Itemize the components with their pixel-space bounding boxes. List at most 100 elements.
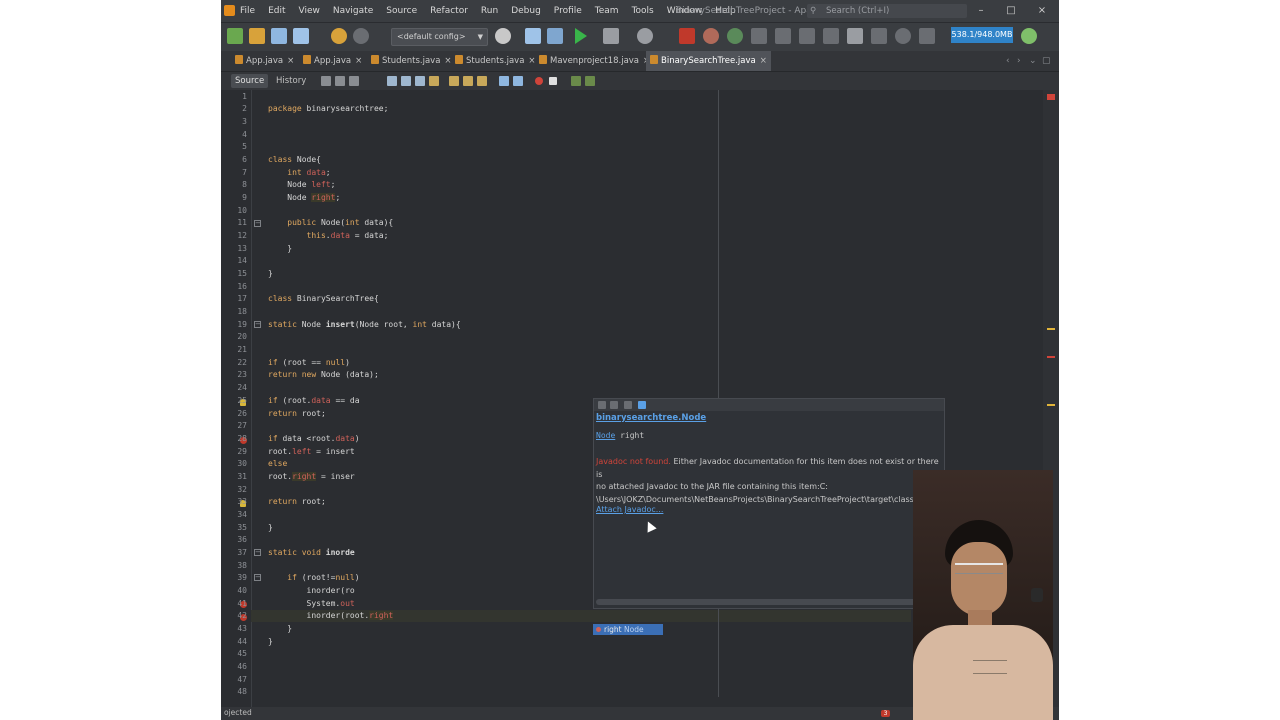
javadoc-class-link[interactable]: binarysearchtree.Node [596,413,706,423]
open-project-icon[interactable] [271,28,287,44]
build-icon[interactable] [525,28,541,44]
error-summary-icon[interactable] [1047,94,1055,100]
menu-file[interactable]: File [240,6,255,16]
error-mark[interactable] [1047,356,1055,358]
close-tab-icon[interactable]: × [444,56,451,66]
code-token: right [369,611,394,621]
scroll-tabs-left-icon[interactable]: ‹ [1006,51,1010,71]
configuration-select[interactable]: <default config> ▼ [391,28,488,46]
line-number-gutter[interactable]: 1 2 3 4 5 6 7 8 9 10 11 12 13 14 15 16 17 18 19 20 21 22 23 24 2… [221,90,252,707]
menu-team[interactable]: Team [595,6,619,16]
forward-icon[interactable] [610,401,618,409]
goto-source-icon[interactable] [638,401,646,409]
open-in-browser-icon[interactable] [624,401,632,409]
close-tab-icon[interactable]: × [355,56,362,66]
line-number: 30 [237,459,247,469]
code-token: inorder(root. [268,611,370,621]
maximize-button[interactable]: □ [1003,4,1019,18]
pause-icon[interactable] [703,28,719,44]
minimize-button[interactable]: – [973,4,989,18]
menu-refactor[interactable]: Refactor [430,6,468,16]
close-tab-icon[interactable]: × [760,56,767,66]
javadoc-popup: binarysearchtree.Node Node right Javadoc… [593,398,945,609]
run-to-cursor-icon[interactable] [823,28,839,44]
history-tab[interactable]: History [276,74,306,88]
menu-edit[interactable]: Edit [268,6,285,16]
scroll-tabs-right-icon[interactable]: › [1017,51,1021,71]
step-out-icon[interactable] [799,28,815,44]
line-number: 33 [237,497,247,507]
source-tab[interactable]: Source [231,74,269,88]
warning-mark[interactable] [1047,404,1055,406]
menu-tools[interactable]: Tools [632,6,654,16]
close-window-button[interactable]: × [1034,4,1050,18]
find-previous-icon[interactable] [401,76,411,86]
menu-navigate[interactable]: Navigate [333,6,373,16]
code-token: ; [335,192,341,202]
new-file-icon[interactable] [227,28,243,44]
show-opened-documents-icon[interactable]: ⌄ [1029,51,1037,71]
next-bookmark-icon[interactable] [477,76,487,86]
last-edit-icon[interactable] [321,76,331,86]
undo-icon[interactable] [331,28,347,44]
menu-view[interactable]: View [299,6,320,16]
close-tab-icon[interactable]: × [287,56,294,66]
new-project-icon[interactable] [249,28,265,44]
apply-code-changes-icon[interactable] [847,28,863,44]
close-tab-icon[interactable]: × [528,56,535,66]
menu-profile[interactable]: Profile [554,6,582,16]
clean-build-icon[interactable] [547,28,563,44]
settings-icon[interactable] [495,28,511,44]
attach-javadoc-link[interactable]: Attach Javadoc... [596,505,663,514]
plugins-icon[interactable] [1021,28,1037,44]
menu-debug[interactable]: Debug [511,6,541,16]
forward-icon[interactable] [349,76,359,86]
notifications-badge[interactable]: 3 [881,710,890,717]
back-icon[interactable] [598,401,606,409]
comment-icon[interactable] [571,76,581,86]
save-all-icon[interactable] [293,28,309,44]
code-token: } [268,243,293,253]
step-over-icon[interactable] [751,28,767,44]
run-icon[interactable] [575,28,587,44]
warning-mark[interactable] [1047,328,1055,330]
code-completion-item[interactable]: right Node [593,624,663,635]
stop-icon[interactable] [679,28,695,44]
shift-left-icon[interactable] [499,76,509,86]
tab-app-java-1[interactable]: App.java × [235,51,294,71]
editor-toolbar: Source History [221,72,1059,90]
take-snapshot-icon[interactable] [871,28,887,44]
code-token: } [268,636,273,646]
toggle-bookmark-icon[interactable] [449,76,459,86]
debug-icon[interactable] [603,28,619,44]
step-into-icon[interactable] [775,28,791,44]
tab-students-java-1[interactable]: Students.java × [371,51,452,71]
toggle-highlight-icon[interactable] [429,76,439,86]
find-next-icon[interactable] [415,76,425,86]
maximize-window-icon[interactable]: ▢ [1042,51,1051,71]
tab-label: BinarySearchTree.java [661,56,756,66]
line-number: 21 [237,345,247,355]
start-macro-icon[interactable] [535,77,543,85]
back-icon[interactable] [335,76,345,86]
tab-binarysearchtree-java[interactable]: BinarySearchTree.java × [646,51,771,71]
gc-icon[interactable] [895,28,911,44]
signature-type-link[interactable]: Node [596,431,615,440]
uncomment-icon[interactable] [585,76,595,86]
previous-bookmark-icon[interactable] [463,76,473,86]
menu-run[interactable]: Run [481,6,498,16]
tab-app-java-2[interactable]: App.java × [303,51,362,71]
menu-source[interactable]: Source [386,6,417,16]
redo-icon[interactable] [353,28,369,44]
tab-students-java-2[interactable]: Students.java × [455,51,536,71]
find-selection-icon[interactable] [387,76,397,86]
profile-project-icon[interactable] [919,28,935,44]
profile-icon[interactable] [637,28,653,44]
continue-icon[interactable] [727,28,743,44]
stop-macro-icon[interactable] [549,77,557,85]
tab-mavenproject18-java[interactable]: Mavenproject18.java× [539,51,650,71]
horizontal-scrollbar[interactable] [596,599,920,605]
shift-right-icon[interactable] [513,76,523,86]
memory-usage-bar[interactable]: 538.1/948.0MB [951,27,1013,43]
quick-search-input[interactable]: ⚲ Search (Ctrl+I) [807,4,967,18]
